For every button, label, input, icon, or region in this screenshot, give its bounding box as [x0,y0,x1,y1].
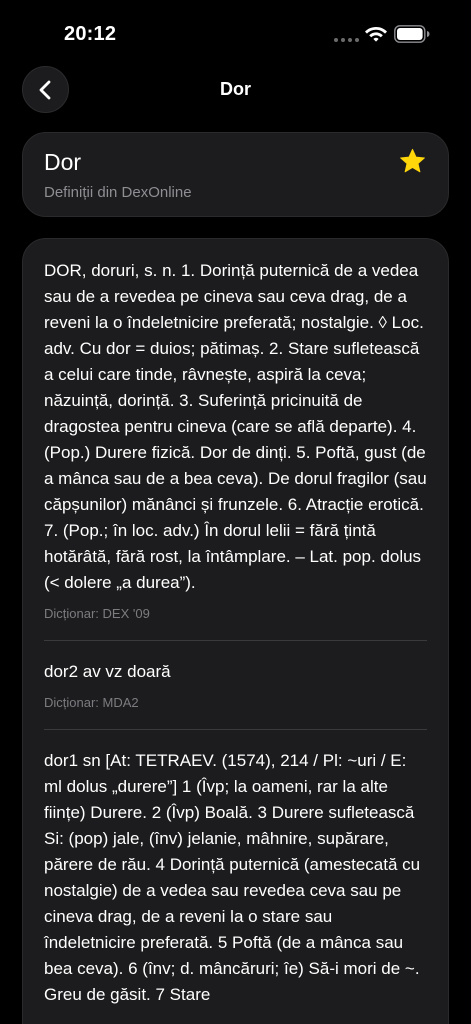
cellular-signal-icon [334,38,359,42]
definition-source: Dicționar: DEX '09 [44,606,150,621]
divider [44,640,427,641]
definition-source: Dicționar: MDA2 [44,695,139,710]
word-subtitle: Definiții din DexOnline [44,184,192,201]
screen: 20:12 Dor Dor Definiții din DexOnline DO… [0,0,471,1024]
status-time: 20:12 [64,23,117,45]
definition-text: dor1 sn [At: TETRAEV. (1574), 214 / Pl: … [44,751,421,1004]
navigation-bar: Dor [0,66,471,116]
page-title: Dor [220,79,251,99]
definition-entry: DOR, doruri, s. n. 1. Dorință puternică … [44,258,427,621]
battery-icon [394,25,430,43]
definition-entry: dor2 av vz doară Dicționar: MDA2 [44,659,427,710]
definitions-card: DOR, doruri, s. n. 1. Dorință puternică … [22,238,449,1024]
definition-text: dor2 av vz doară [44,662,171,681]
favorite-star-icon[interactable] [399,148,426,175]
divider [44,729,427,730]
wifi-icon [365,27,387,42]
definition-entry: dor1 sn [At: TETRAEV. (1574), 214 / Pl: … [44,748,427,1008]
definition-text: DOR, doruri, s. n. 1. Dorință puternică … [44,261,427,592]
status-bar: 20:12 [0,0,471,62]
word-header-card: Dor Definiții din DexOnline [22,132,449,217]
word-title: Dor [44,149,82,175]
